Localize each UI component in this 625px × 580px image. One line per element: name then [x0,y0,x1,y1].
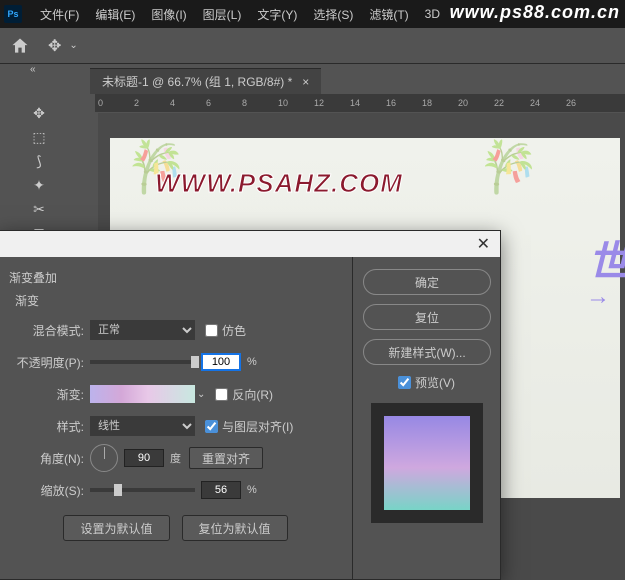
lasso-tool[interactable]: ⟆ [26,150,52,172]
chevron-down-icon[interactable]: ⌄ [197,389,205,400]
ruler-tick: 0 [95,98,131,108]
menu-image[interactable]: 图像(I) [143,6,194,23]
make-default-button[interactable]: 设置为默认值 [63,515,169,541]
align-label: 与图层对齐(I) [222,418,293,435]
document-tab[interactable]: 未标题-1 @ 66.7% (组 1, RGB/8#) * × [90,68,321,94]
opacity-input[interactable] [201,353,241,371]
canvas-text-purple: 世 [588,228,625,289]
ok-button[interactable]: 确定 [363,269,491,295]
section-subtitle: 渐变 [15,292,342,309]
ruler-tick: 8 [239,98,275,108]
blend-mode-select[interactable]: 正常 [90,320,195,340]
options-bar: ✥ ⌄ [0,28,625,64]
scale-unit: % [247,484,257,496]
opacity-label: 不透明度(P): [9,354,84,371]
new-style-button[interactable]: 新建样式(W)... [363,339,491,365]
scale-label: 缩放(S): [9,482,84,499]
layer-style-dialog: ✕ 渐变叠加 渐变 混合模式: 正常 仿色 不透明度(P): % 渐变: ⌄ [0,230,501,580]
align-checkbox[interactable] [205,420,218,433]
ruler-tick: 12 [311,98,347,108]
gradient-picker[interactable] [90,385,195,403]
menu-filter[interactable]: 滤镜(T) [361,6,416,23]
bamboo-graphic: 🎋 [478,138,540,197]
ruler-tick: 10 [275,98,311,108]
document-tabs: 未标题-1 @ 66.7% (组 1, RGB/8#) * × [0,64,625,94]
menu-layer[interactable]: 图层(L) [195,6,250,23]
dither-checkbox[interactable] [205,324,218,337]
tab-close-icon[interactable]: × [302,75,309,89]
ruler-tick: 18 [419,98,455,108]
menu-file[interactable]: 文件(F) [32,6,87,23]
horizontal-ruler: 0 2 4 6 8 10 12 14 16 18 20 22 24 26 [95,94,625,112]
dither-label: 仿色 [222,322,246,339]
reverse-checkbox[interactable] [215,388,228,401]
angle-label: 角度(N): [9,450,84,467]
menu-3d[interactable]: 3D [417,7,448,21]
menu-type[interactable]: 文字(Y) [249,6,305,23]
canvas-text-psahz: WWW.PSAHZ.COM [155,168,403,199]
ruler-tick: 2 [131,98,167,108]
angle-dial[interactable] [90,444,118,472]
move-tool-icon[interactable]: ✥ [48,36,61,56]
magic-wand-tool[interactable]: ✦ [26,174,52,196]
gradient-preview [384,416,470,510]
tab-label: 未标题-1 @ 66.7% (组 1, RGB/8#) * [102,73,292,90]
marquee-tool[interactable]: ⬚ [26,126,52,148]
opacity-slider[interactable] [90,360,195,364]
home-icon[interactable] [10,36,30,56]
ruler-tick: 16 [383,98,419,108]
chevron-down-icon[interactable]: ⌄ [69,40,77,51]
ruler-tick: 14 [347,98,383,108]
ruler-tick: 26 [563,98,599,108]
dialog-titlebar[interactable]: ✕ [0,231,500,257]
style-label: 样式: [9,418,84,435]
reset-default-button[interactable]: 复位为默认值 [182,515,288,541]
close-icon[interactable]: ✕ [477,234,490,254]
preview-checkbox[interactable] [398,376,411,389]
ruler-tick: 6 [203,98,239,108]
menu-select[interactable]: 选择(S) [305,6,361,23]
scale-input[interactable] [201,481,241,499]
ruler-tick: 24 [527,98,563,108]
reset-button[interactable]: 复位 [363,304,491,330]
crop-tool[interactable]: ✂ [26,198,52,220]
photoshop-icon[interactable]: Ps [4,5,22,23]
move-tool[interactable]: ✥ [26,102,52,124]
opacity-unit: % [247,356,257,368]
preview-swatch [371,403,483,523]
ruler-tick: 4 [167,98,203,108]
menu-edit[interactable]: 编辑(E) [87,6,143,23]
reverse-label: 反向(R) [232,386,273,403]
menu-bar: Ps 文件(F) 编辑(E) 图像(I) 图层(L) 文字(Y) 选择(S) 滤… [0,0,625,28]
ruler-tick: 22 [491,98,527,108]
blend-mode-label: 混合模式: [9,322,84,339]
dialog-controls: 渐变叠加 渐变 混合模式: 正常 仿色 不透明度(P): % 渐变: ⌄ 反向(… [0,257,352,579]
gradient-label: 渐变: [9,386,84,403]
reset-align-button[interactable]: 重置对齐 [189,447,263,469]
angle-unit: 度 [170,450,181,466]
section-title: 渐变叠加 [9,269,342,286]
scale-slider[interactable] [90,488,195,492]
panel-expand-icon[interactable]: « [30,64,36,75]
dialog-side-panel: 确定 复位 新建样式(W)... 预览(V) [352,257,500,579]
canvas-arrow-icon: → [586,283,610,311]
style-select[interactable]: 线性 [90,416,195,436]
preview-label: 预览(V) [415,374,455,391]
ruler-tick: 20 [455,98,491,108]
angle-input[interactable] [124,449,164,467]
